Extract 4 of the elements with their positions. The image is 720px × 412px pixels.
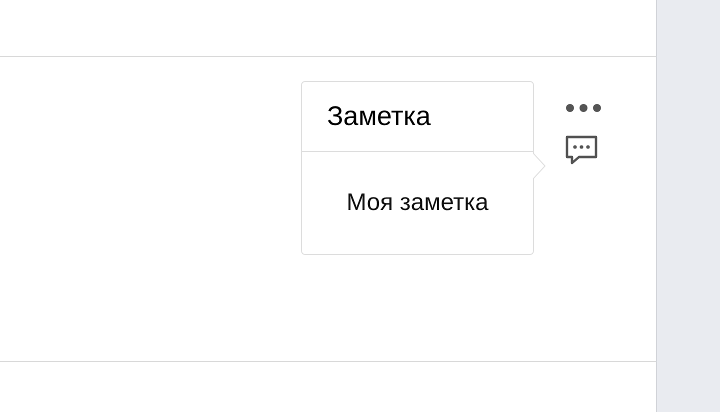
popover-title: Заметка bbox=[302, 82, 533, 152]
more-icon[interactable] bbox=[565, 103, 602, 113]
note-text: Моя заметка bbox=[345, 188, 490, 218]
comment-icon[interactable] bbox=[565, 135, 598, 165]
